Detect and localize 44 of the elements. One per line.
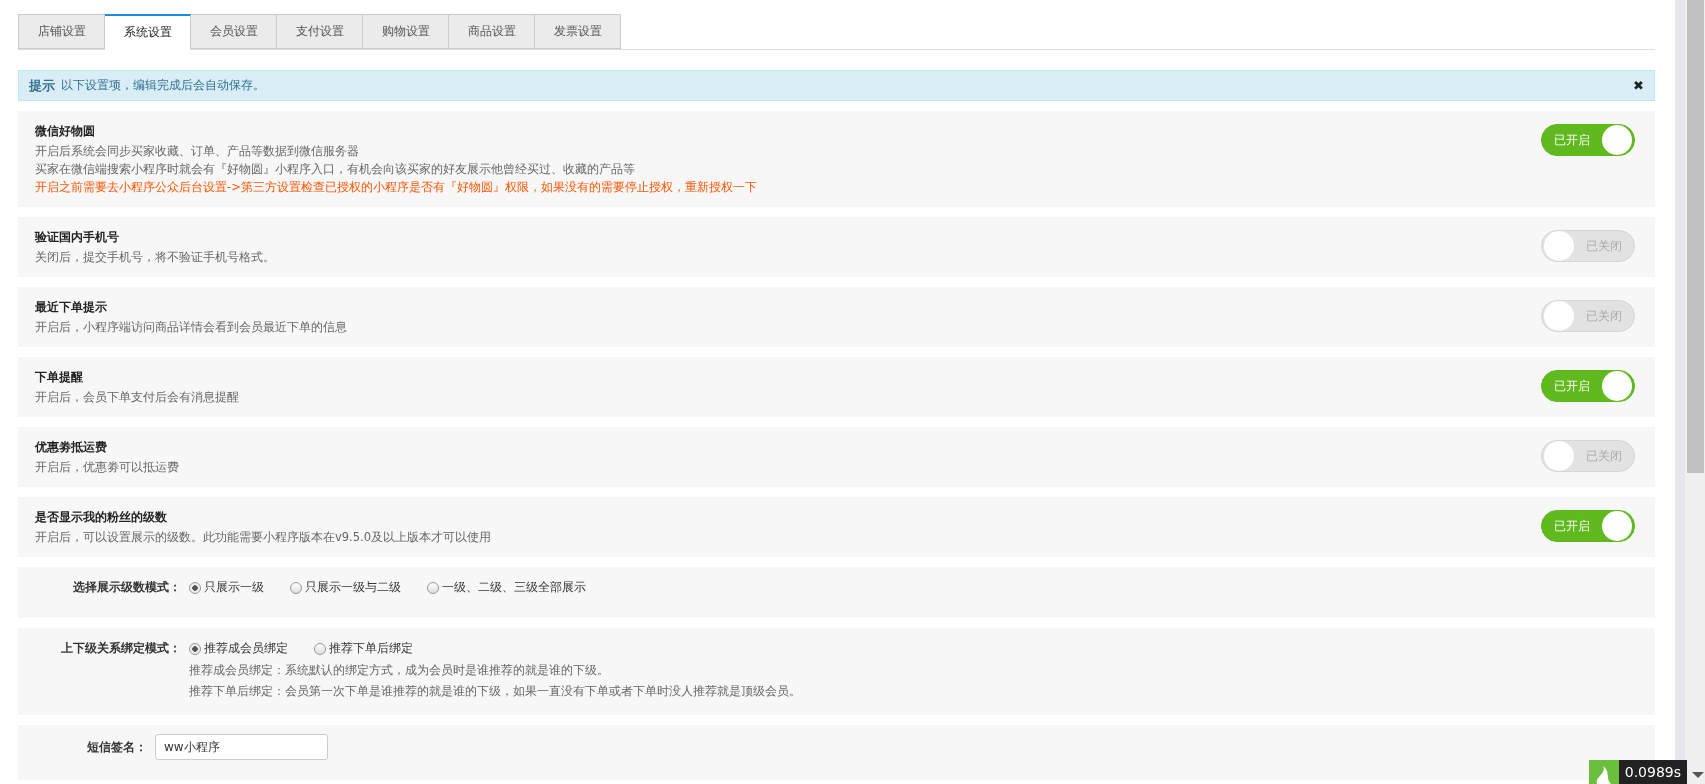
- input-field[interactable]: ww小程序: [155, 734, 328, 760]
- tab[interactable]: 店铺设置: [18, 14, 105, 49]
- radio-option[interactable]: 只展示一级与二级: [290, 579, 401, 596]
- radio-icon[interactable]: [290, 581, 302, 594]
- radio-icon[interactable]: [189, 642, 201, 655]
- tab[interactable]: 发票设置: [535, 14, 621, 49]
- caret-icon[interactable]: [1691, 770, 1705, 780]
- radio-option[interactable]: 一级、二级、三级全部展示: [427, 579, 586, 596]
- setting-description: 关闭后，提交手机号，将不验证手机号格式。: [35, 250, 276, 265]
- tab[interactable]: 购物设置: [363, 14, 449, 49]
- setting-title: 最近下单提示: [35, 299, 108, 316]
- tab[interactable]: 会员设置: [191, 14, 277, 49]
- radio-icon[interactable]: [189, 581, 201, 594]
- setting-description: 开启后，会员下单支付后会有消息提醒: [35, 390, 240, 405]
- notice-text: 以下设置项，编辑完成后会自动保存。: [61, 77, 266, 94]
- tab[interactable]: 支付设置: [277, 14, 363, 49]
- field-label: 选择展示级数模式：: [72, 579, 182, 596]
- flame-logo-icon[interactable]: [1588, 760, 1619, 784]
- radio-option[interactable]: 只展示一级: [189, 579, 264, 596]
- help-text: 推荐下单后绑定：会员第一次下单是谁推荐的就是谁的下级，如果一直没有下单或者下单时没人推荐就是顶级会员。: [189, 684, 801, 699]
- setting-description: 开启后系统会同步买家收藏、订单、产品等数据到微信服务器: [35, 144, 360, 159]
- setting-description: 开启后，小程序端访问商品详情会看到会员最近下单的信息: [35, 320, 348, 335]
- field-label: 短信签名：: [86, 738, 148, 756]
- close-button[interactable]: ✖: [1633, 78, 1644, 93]
- setting-description: 开启后，可以设置展示的级数。此功能需要小程序版本在v9.5.0及以上版本才可以使用: [35, 530, 493, 545]
- setting-description: 开启后，优惠劵可以抵运费: [35, 460, 180, 475]
- setting-title: 是否显示我的粉丝的级数: [35, 509, 168, 526]
- load-time: 0.0989s: [1618, 760, 1687, 784]
- setting-title: 优惠劵抵运费: [35, 439, 108, 456]
- radio-icon[interactable]: [427, 581, 439, 594]
- help-text: 推荐成会员绑定：系统默认的绑定方式，成为会员时是谁推荐的就是谁的下级。: [189, 663, 610, 678]
- radio-option[interactable]: 推荐成会员绑定: [189, 640, 288, 657]
- scrollbar-thumb[interactable]: [1686, 0, 1704, 473]
- setting-title: 下单提醒: [35, 369, 84, 386]
- tab[interactable]: 商品设置: [449, 14, 535, 49]
- radio-option[interactable]: 推荐下单后绑定: [314, 640, 413, 657]
- warning-text: 开启之前需要去小程序公众后台设置->第三方设置检查已授权的小程序是否有『好物圆』权限，如果没有的需要停止授权，重新授权一下: [35, 180, 758, 195]
- field-label: 上下级关系绑定模式：: [60, 640, 182, 657]
- notice-title: 提示: [29, 76, 55, 95]
- setting-description: 买家在微信端搜索小程序时就会有『好物圆』小程序入口，有机会向该买家的好友展示他曾经买过、收藏的产品等: [35, 162, 636, 177]
- tab[interactable]: 系统设置: [105, 14, 191, 50]
- setting-title: 验证国内手机号: [35, 229, 120, 246]
- radio-icon[interactable]: [314, 642, 326, 655]
- setting-title: 微信好物圆: [35, 123, 96, 140]
